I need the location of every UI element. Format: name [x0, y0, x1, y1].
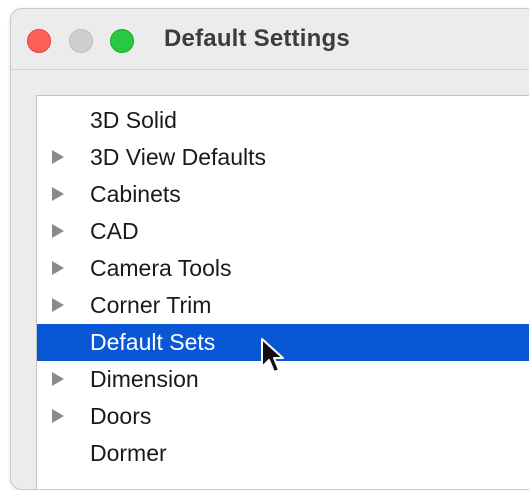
list-item-3d-solid[interactable]: 3D Solid [37, 102, 529, 139]
title-bar[interactable]: Default Settings [11, 9, 529, 70]
zoom-window-button[interactable] [110, 29, 134, 53]
disclosure-triangle-icon[interactable] [52, 150, 64, 164]
settings-category-list[interactable]: 3D Solid 3D View Defaults Cabinets CAD C… [36, 95, 529, 489]
list-item-label: Corner Trim [90, 292, 212, 318]
disclosure-triangle-icon[interactable] [52, 298, 64, 312]
list-item-label: Doors [90, 403, 152, 429]
minimize-window-button[interactable] [69, 29, 93, 53]
disclosure-triangle-icon[interactable] [52, 187, 64, 201]
list-item-label: Dimension [90, 366, 199, 392]
list-item-label: Dormer [90, 440, 167, 466]
disclosure-triangle-icon[interactable] [52, 224, 64, 238]
list-item-label: Default Sets [90, 329, 216, 355]
list-item-cad[interactable]: CAD [37, 213, 529, 250]
list-item-doors[interactable]: Doors [37, 398, 529, 435]
close-window-button[interactable] [27, 29, 51, 53]
list-item-label: 3D Solid [90, 107, 177, 133]
list-item-cabinets[interactable]: Cabinets [37, 176, 529, 213]
settings-window: Default Settings 3D Solid 3D View Defaul… [10, 8, 529, 490]
list-item-corner-trim[interactable]: Corner Trim [37, 287, 529, 324]
list-item-label: Cabinets [90, 181, 181, 207]
list-item-label: 3D View Defaults [90, 144, 266, 170]
disclosure-triangle-icon[interactable] [52, 372, 64, 386]
window-content: 3D Solid 3D View Defaults Cabinets CAD C… [11, 70, 529, 489]
list-item-dormer[interactable]: Dormer [37, 435, 529, 472]
list-item-3d-view-defaults[interactable]: 3D View Defaults [37, 139, 529, 176]
window-title: Default Settings [164, 25, 350, 52]
mouse-pointer-icon [261, 338, 284, 373]
disclosure-triangle-icon[interactable] [52, 409, 64, 423]
list-item-label: CAD [90, 218, 139, 244]
disclosure-triangle-icon[interactable] [52, 261, 64, 275]
list-item-label: Camera Tools [90, 255, 232, 281]
list-item-camera-tools[interactable]: Camera Tools [37, 250, 529, 287]
